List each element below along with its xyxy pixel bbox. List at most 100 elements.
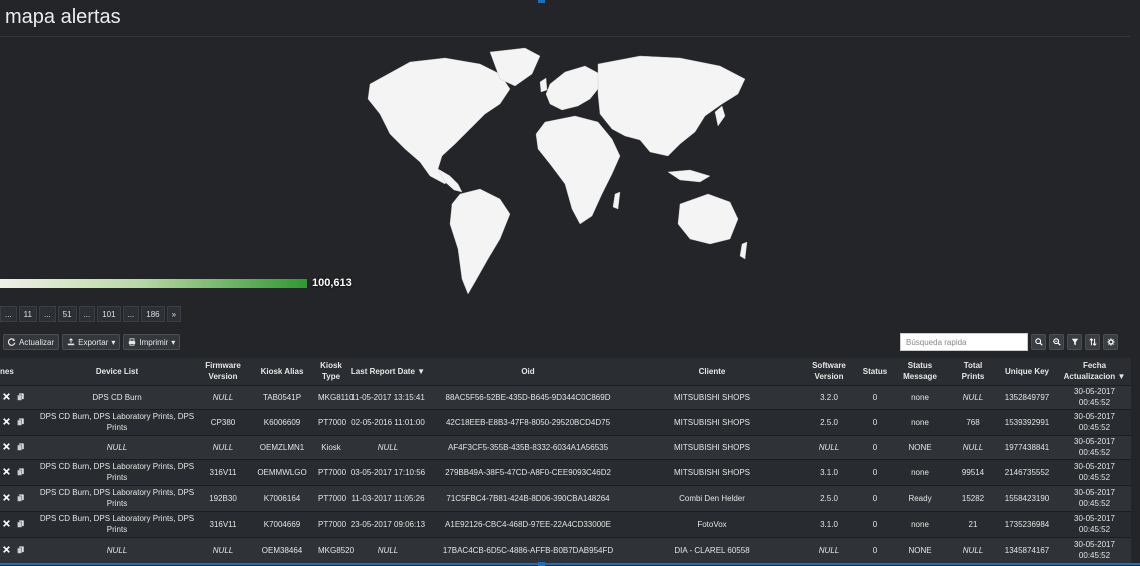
export-button[interactable]: Exportar ▾: [62, 334, 121, 350]
column-header-status-message[interactable]: Status Message: [890, 358, 950, 385]
delete-icon[interactable]: [3, 494, 10, 501]
clear-search-button[interactable]: [1049, 334, 1064, 350]
zoom-out-icon: [1052, 338, 1061, 346]
column-header-software-version[interactable]: Software Version: [798, 358, 860, 385]
column-header-label: Last Report Date: [350, 366, 415, 376]
copy-icon[interactable]: [17, 443, 24, 451]
page-link[interactable]: ...: [78, 306, 96, 322]
quick-search-input[interactable]: [900, 333, 1028, 351]
cell-last-report-date: 11-05-2017 13:15:41: [346, 384, 430, 409]
cell-kiosk-alias: OEM38464: [248, 536, 316, 563]
cell-kiosk-type: MKG8110: [316, 384, 353, 409]
cell-cliente: FotoVox: [626, 510, 798, 537]
cell-total-prints: 768: [950, 408, 996, 435]
cell-oid: 17BAC4CB-6D5C-4886-AFFB-B0B7DAB954FD: [430, 536, 626, 563]
copy-icon[interactable]: [17, 393, 24, 401]
delete-icon[interactable]: [3, 468, 10, 475]
copy-icon[interactable]: [17, 418, 24, 426]
delete-icon[interactable]: [3, 443, 10, 450]
cell-cliente: MITSUBISHI SHOPS: [626, 408, 798, 435]
delete-icon[interactable]: [3, 418, 10, 425]
cell-kiosk-alias: K7006164: [248, 484, 316, 511]
page-link[interactable]: 101: [97, 306, 121, 322]
copy-icon[interactable]: [17, 468, 24, 476]
copy-icon[interactable]: [17, 546, 24, 555]
row-actions: [0, 408, 36, 435]
bottom-resize-handle[interactable]: [538, 562, 545, 566]
table-row[interactable]: DPS CD Burn, DPS Laboratory Prints, DPS …: [0, 408, 1131, 435]
cell-unique-key: 1539392991: [996, 408, 1058, 435]
cell-kiosk-alias: K7004669: [248, 510, 316, 537]
page-title: mapa alertas: [5, 6, 121, 28]
page-link[interactable]: ...: [38, 306, 56, 322]
cell-cliente: MITSUBISHI SHOPS: [626, 384, 798, 409]
cell-total-prints: 15282: [950, 484, 996, 511]
table-row[interactable]: NULL NULL OEM38464 MKG8520 NULL 17BAC4CB-6D5C…: [0, 536, 1131, 563]
cell-device-list: DPS CD Burn, DPS Laboratory Prints, DPS …: [36, 484, 198, 511]
delete-icon[interactable]: [3, 393, 10, 400]
cell-firmware-version: NULL: [198, 536, 248, 563]
column-header-fecha-actualizacion[interactable]: Fecha Actualizacion ▼: [1058, 358, 1131, 385]
row-actions: [0, 484, 36, 511]
column-header-last-report-date[interactable]: Last Report Date ▼: [346, 358, 430, 385]
next-page-link[interactable]: »: [166, 306, 182, 322]
column-header-kiosk-type[interactable]: Kiosk Type: [316, 358, 346, 385]
copy-icon[interactable]: [17, 494, 24, 502]
cell-fecha-actualizacion: 30-05-2017 00:45:52: [1058, 434, 1131, 459]
refresh-button[interactable]: Actualizar: [3, 334, 60, 350]
cell-status: 0: [860, 536, 890, 563]
cell-fecha-actualizacion: 30-05-2017 00:45:52: [1058, 484, 1131, 511]
print-icon: [129, 338, 136, 346]
cell-software-version: 2.5.0: [798, 408, 860, 435]
print-label: Imprimir: [139, 337, 169, 347]
cell-firmware-version: CP380: [198, 408, 248, 435]
page-link[interactable]: 186: [141, 306, 165, 322]
table-row[interactable]: NULL NULL OEMZLMN1 Kiosk NULL AF4F3CF5-355B-4…: [0, 434, 1131, 459]
page-link[interactable]: ...: [0, 306, 17, 322]
delete-icon[interactable]: [3, 520, 10, 527]
page-link[interactable]: ...: [122, 306, 140, 322]
sort-button[interactable]: [1085, 334, 1100, 350]
column-header-oid[interactable]: Oid: [430, 358, 626, 385]
cell-total-prints: 21: [950, 510, 996, 537]
page-link[interactable]: 11: [18, 306, 37, 322]
caret-down-icon: ▾: [171, 337, 176, 347]
table-row[interactable]: DPS CD Burn NULL TAB0541P MKG8110 11-05-2017…: [0, 384, 1131, 409]
page-link[interactable]: 51: [57, 306, 77, 322]
cell-kiosk-alias: OEMMWLGO: [248, 458, 316, 485]
indonesia: [667, 169, 711, 183]
column-header-kiosk-alias[interactable]: Kiosk Alias: [248, 358, 316, 385]
cell-device-list: NULL: [36, 434, 198, 459]
row-action-icons: [2, 443, 34, 451]
print-button[interactable]: Imprimir ▾: [123, 334, 181, 350]
cell-kiosk-alias: K6006609: [248, 408, 316, 435]
cell-last-report-date: 03-05-2017 17:10:56: [346, 458, 430, 485]
table-row[interactable]: DPS CD Burn, DPS Laboratory Prints, DPS …: [0, 510, 1131, 537]
delete-icon[interactable]: [3, 546, 10, 554]
table-row[interactable]: DPS CD Burn, DPS Laboratory Prints, DPS …: [0, 458, 1131, 485]
column-header-cliente[interactable]: Cliente: [626, 358, 798, 385]
table-row[interactable]: DPS CD Burn, DPS Laboratory Prints, DPS …: [0, 484, 1131, 511]
settings-button[interactable]: [1103, 334, 1118, 350]
column-header-status[interactable]: Status: [860, 358, 890, 385]
column-header-unique-key[interactable]: Unique Key: [996, 358, 1058, 385]
filter-icon[interactable]: ▼: [1117, 372, 1125, 381]
column-header-total-prints[interactable]: Total Prints: [950, 358, 996, 385]
cell-oid: A1E92126-CBC4-468D-97EE-22A4CD33000E: [430, 510, 626, 537]
cell-unique-key: 1735236984: [996, 510, 1058, 537]
search-button[interactable]: [1031, 334, 1046, 350]
world-map[interactable]: [350, 44, 750, 300]
cell-oid: 71C5FBC4-7B81-424B-8D06-390CBA148264: [430, 484, 626, 511]
row-action-icons: [2, 393, 34, 401]
search-icon: [1034, 338, 1043, 346]
filter-icon[interactable]: ▼: [417, 367, 425, 376]
column-header-device-list[interactable]: Device List: [36, 358, 198, 385]
cell-status-message: none: [890, 458, 950, 485]
top-resize-handle[interactable]: [538, 0, 545, 3]
refresh-label: Actualizar: [19, 337, 55, 347]
cell-software-version: NULL: [798, 434, 860, 459]
copy-icon[interactable]: [17, 520, 24, 528]
filter-button[interactable]: [1067, 334, 1082, 350]
column-header-firmware-version[interactable]: Firmware Version: [198, 358, 248, 385]
cell-status-message: none: [890, 510, 950, 537]
